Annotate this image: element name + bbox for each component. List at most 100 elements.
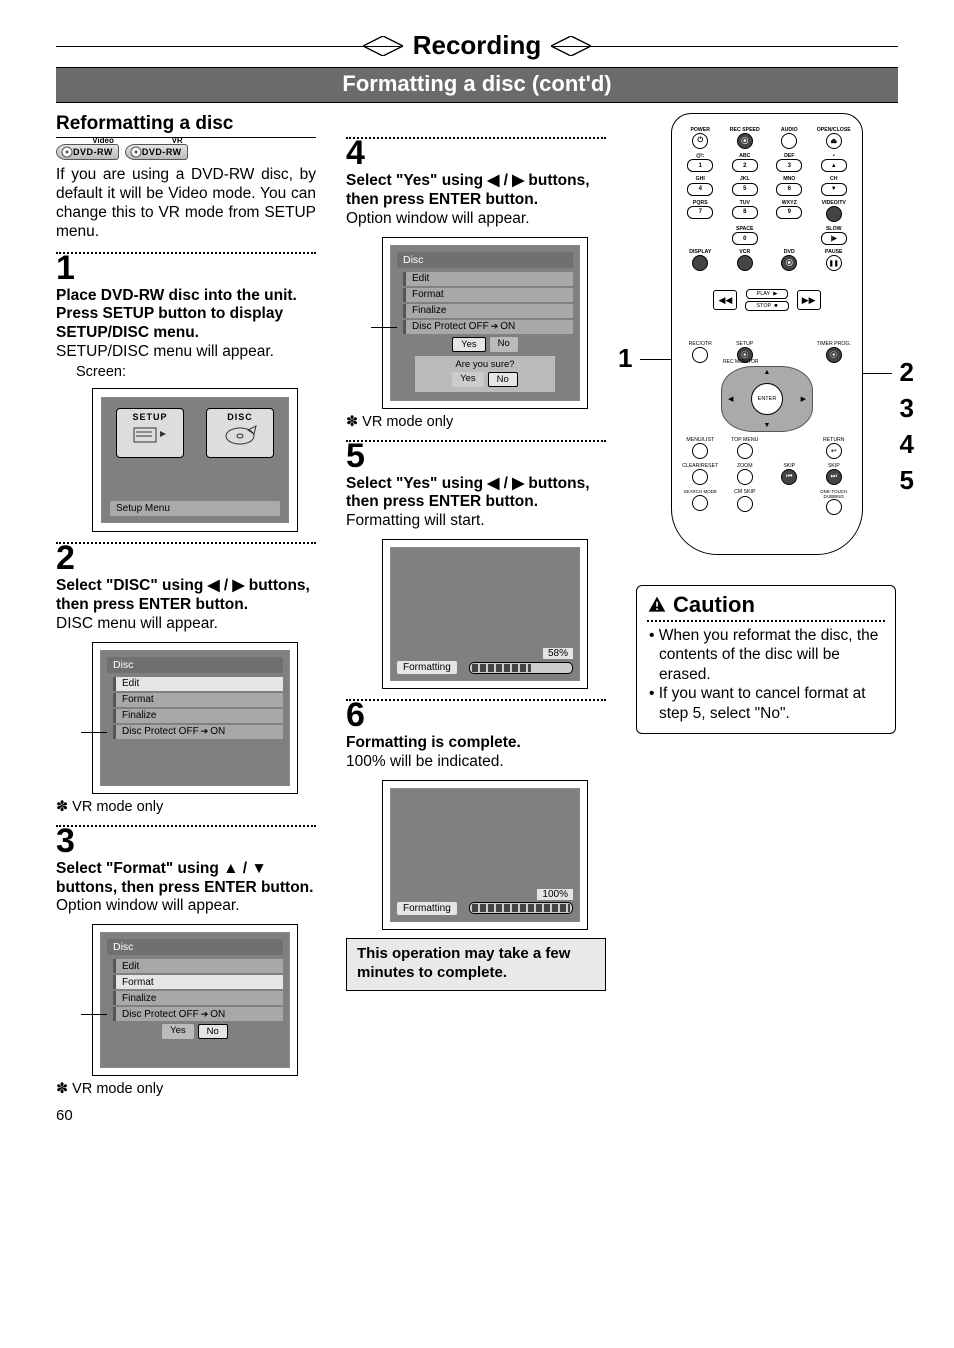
lbl-cmskip: CM SKIP bbox=[734, 490, 755, 495]
disc-type-badges: Video DVD-RW VR DVD-RW bbox=[56, 144, 316, 160]
rewind-icon: ◀◀ bbox=[713, 290, 737, 310]
remote-mid: ◀◀ PLAY ▶ STOP ■ ▶▶ bbox=[672, 289, 862, 311]
lbl-recmonitor: REC MONITOR bbox=[721, 359, 813, 365]
badge-super-video: Video bbox=[92, 136, 114, 145]
enter-button: ENTER bbox=[751, 383, 783, 415]
step2-bold-sep: / bbox=[220, 577, 233, 594]
remote-diagram: 1 2 3 4 5 POWER⏻ REC SPEED⦿ AUDIO OPEN/C… bbox=[636, 113, 896, 573]
osd-protect-post: ON bbox=[210, 1009, 225, 1020]
dpad-right-icon: ▶ bbox=[801, 395, 806, 403]
open-close-icon: ⏏ bbox=[826, 133, 842, 149]
step4-number: 4 bbox=[346, 139, 606, 168]
step1-text: SETUP/DISC menu will appear. bbox=[56, 343, 316, 362]
osd-format-label: Formatting bbox=[397, 902, 457, 915]
lbl-ch: CH bbox=[830, 177, 838, 182]
osd-title: Disc bbox=[107, 939, 283, 955]
rec-icon bbox=[692, 347, 708, 363]
page-number: 60 bbox=[56, 1107, 898, 1124]
osd-sure-no: No bbox=[488, 372, 518, 387]
dpad-left-icon: ◀ bbox=[728, 395, 733, 403]
step3-bold-post: buttons, then press ENTER button. bbox=[56, 879, 313, 896]
disc-chip-title: DISC bbox=[207, 409, 273, 422]
zoom-icon bbox=[737, 469, 753, 485]
step6-bold: Formatting is complete. bbox=[346, 734, 606, 753]
skip-next-icon: ⏭ bbox=[826, 469, 842, 485]
digit-2: 2 bbox=[732, 159, 758, 172]
osd-pct-58: 58% bbox=[543, 648, 573, 659]
osd-item-protect: Disc Protect OFF➔ON bbox=[403, 320, 573, 334]
onetouch-icon bbox=[826, 499, 842, 515]
badge-dvdrw-vr: VR DVD-RW bbox=[125, 144, 188, 160]
osd-item-protect: Disc Protect OFF➔ON bbox=[113, 1007, 283, 1021]
chapter-header: Recording bbox=[56, 30, 898, 61]
cmskip-icon bbox=[737, 496, 753, 512]
section-title: Formatting a disc (cont'd) bbox=[56, 67, 898, 103]
clear-icon bbox=[692, 469, 708, 485]
step4-bold-pre: Select "Yes" using bbox=[346, 172, 487, 189]
lbl-ghi: GHI bbox=[696, 177, 705, 182]
osd-item-finalize: Finalize bbox=[403, 304, 573, 318]
osd-title: Disc bbox=[107, 657, 283, 673]
header-deco-right bbox=[553, 36, 898, 56]
remote-dpad: REC MONITOR ▲ ▼ ◀ ▶ ENTER bbox=[721, 366, 813, 432]
step1-bold-a: Place DVD-RW disc into the unit. bbox=[56, 287, 316, 306]
step2-text: DISC menu will appear. bbox=[56, 615, 316, 634]
lbl-onetouch: ONE-TOUCH DUBBING bbox=[814, 490, 855, 499]
osd-sure-box: Are you sure? Yes No bbox=[415, 356, 555, 392]
step5-number: 5 bbox=[346, 442, 606, 471]
step3-bold-pre: Select "Format" using bbox=[56, 860, 223, 877]
osd-step3: Disc Edit Format Finalize Disc Protect O… bbox=[92, 924, 298, 1076]
osd-item-format: Format bbox=[113, 975, 283, 989]
right-arrow-icon: ▶ bbox=[512, 172, 524, 189]
osd-item-edit: Edit bbox=[403, 272, 573, 286]
left-arrow-icon: ◀ bbox=[487, 475, 499, 492]
osd-yes: Yes bbox=[452, 337, 486, 352]
step1-number: 1 bbox=[56, 254, 316, 283]
to-arrow-icon: ➔ bbox=[199, 1009, 211, 1019]
osd-format-label: Formatting bbox=[397, 661, 457, 674]
digit-8: 8 bbox=[732, 206, 758, 219]
osd-step2: Disc Edit Format Finalize Disc Protect O… bbox=[92, 642, 298, 794]
osd-yes: Yes bbox=[162, 1024, 194, 1039]
remote-body: POWER⏻ REC SPEED⦿ AUDIO OPEN/CLOSE⏏ @!:1… bbox=[671, 113, 863, 555]
step4-footnote: ✽ VR mode only bbox=[346, 414, 606, 430]
slow-icon: |▶ bbox=[821, 232, 847, 245]
step2-bold: Select "DISC" using ◀ / ▶ buttons, then … bbox=[56, 577, 316, 615]
right-arrow-icon: ▶ bbox=[512, 475, 524, 492]
column-right: 1 2 3 4 5 POWER⏻ REC SPEED⦿ AUDIO OPEN/C… bbox=[636, 113, 896, 1097]
callout-1: 1 bbox=[618, 343, 632, 374]
badge-text-vr: DVD-RW bbox=[142, 147, 182, 157]
ch-down-icon: ▼ bbox=[821, 183, 847, 196]
step2-number: 2 bbox=[56, 544, 316, 573]
badge-dvdrw-video: Video DVD-RW bbox=[56, 144, 119, 160]
setup-footer: Setup Menu bbox=[110, 501, 280, 516]
step3-bold-sep: / bbox=[239, 860, 252, 877]
digit-1: 1 bbox=[687, 159, 713, 172]
osd-pct-100: 100% bbox=[537, 889, 573, 900]
audio-icon bbox=[781, 133, 797, 149]
caution-title: Caution bbox=[673, 592, 755, 618]
videotv-icon bbox=[826, 206, 842, 222]
step4-bold: Select "Yes" using ◀ / ▶ buttons, then p… bbox=[346, 172, 606, 210]
osd-item-finalize: Finalize bbox=[113, 709, 283, 723]
dvd-icon: ⦿ bbox=[781, 255, 797, 271]
ffwd-icon: ▶▶ bbox=[797, 290, 821, 310]
osd-item-edit: Edit bbox=[113, 677, 283, 691]
return-icon: ↩ bbox=[826, 443, 842, 459]
step6-text: 100% will be indicated. bbox=[346, 753, 606, 772]
display-icon bbox=[692, 255, 708, 271]
caution-item-1: • When you reformat the disc, the conten… bbox=[647, 626, 885, 684]
column-left: Reformatting a disc Video DVD-RW VR DVD-… bbox=[56, 113, 316, 1097]
osd-item-format: Format bbox=[113, 693, 283, 707]
to-arrow-icon: ➔ bbox=[489, 321, 501, 331]
osd-protect-pre: Disc Protect OFF bbox=[122, 726, 199, 737]
skip-prev-icon: ⏮ bbox=[781, 469, 797, 485]
step3-bold: Select "Format" using ▲ / ▼ buttons, the… bbox=[56, 860, 316, 898]
osd-no: No bbox=[490, 337, 518, 352]
lbl-mno: MNO bbox=[783, 177, 795, 182]
subheading-reformat: Reformatting a disc bbox=[56, 113, 316, 138]
search-icon bbox=[692, 495, 708, 511]
osd-protect-post: ON bbox=[210, 726, 225, 737]
progress-bar-58 bbox=[469, 662, 573, 674]
osd-item-finalize: Finalize bbox=[113, 991, 283, 1005]
